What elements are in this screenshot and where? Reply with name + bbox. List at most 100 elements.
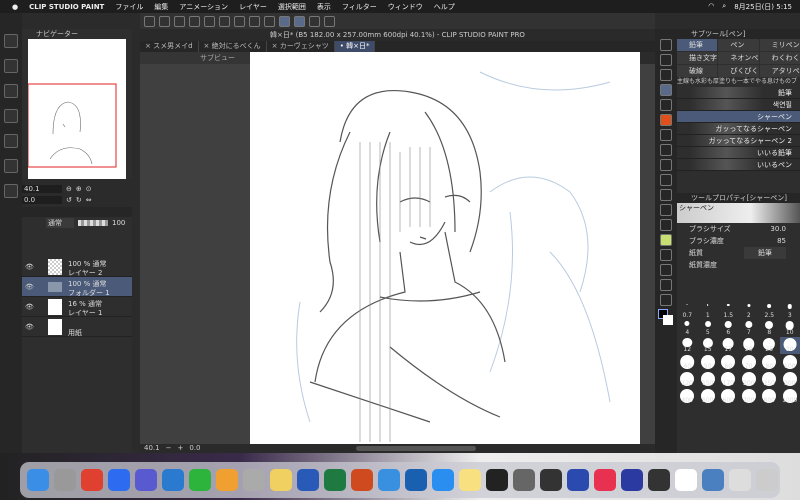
- brush-size-option[interactable]: 17: [718, 337, 739, 354]
- dock-app-keynote[interactable]: [567, 469, 589, 491]
- layer-panel-tabs[interactable]: [22, 207, 132, 217]
- layer-row[interactable]: 👁 用紙: [22, 317, 132, 337]
- snap-icon[interactable]: [279, 15, 290, 27]
- flip-icon[interactable]: ⇔: [86, 196, 92, 204]
- brush-size-option[interactable]: 80: [759, 354, 780, 371]
- dock-app-photos[interactable]: [216, 469, 238, 491]
- blend-mode-select[interactable]: 通常: [46, 218, 74, 228]
- brush-size-option[interactable]: 200: [739, 371, 760, 388]
- brush-size-value[interactable]: 30.0: [770, 223, 786, 235]
- app-icon[interactable]: [144, 15, 155, 27]
- brush-size-option[interactable]: 70: [739, 354, 760, 371]
- brush-size-option[interactable]: 300: [780, 371, 800, 388]
- subtool-pencil[interactable]: 鉛筆: [677, 39, 718, 51]
- brush-size-option[interactable]: 60: [718, 354, 739, 371]
- decoration-icon[interactable]: [660, 114, 672, 126]
- fill-tool-icon[interactable]: [660, 174, 672, 186]
- brush-size-option[interactable]: 30: [779, 337, 800, 354]
- dock-app-launchpad[interactable]: [54, 469, 76, 491]
- apple-icon[interactable]: ●: [12, 3, 18, 11]
- menu-window[interactable]: ウィンドウ: [388, 2, 423, 12]
- dock-app-app-store[interactable]: [432, 469, 454, 491]
- dock-app-word[interactable]: [297, 469, 319, 491]
- dock-app-trash[interactable]: [756, 469, 778, 491]
- eye-icon[interactable]: 👁: [25, 263, 34, 271]
- brush-size-option[interactable]: 2.5: [759, 303, 780, 320]
- subtool-pikupiku[interactable]: ぴくぴく: [718, 65, 759, 77]
- navigator-toggle-icon[interactable]: [4, 34, 18, 48]
- brush-size-option[interactable]: 100: [780, 354, 800, 371]
- ruler-snap-icon[interactable]: [294, 15, 305, 27]
- status-angle[interactable]: 0.0: [189, 444, 200, 453]
- brush-size-option[interactable]: 120: [677, 371, 698, 388]
- brush-size-option[interactable]: 50: [698, 354, 719, 371]
- menu-layer[interactable]: レイヤー: [239, 2, 267, 12]
- rotate-right-icon[interactable]: ↻: [76, 196, 82, 204]
- brush-size-option[interactable]: 700: [739, 388, 760, 405]
- clock[interactable]: 8月25日(日) 5:15: [734, 2, 792, 12]
- dock-app-finder[interactable]: [27, 469, 49, 491]
- brush-size-option[interactable]: 1: [698, 303, 719, 320]
- eye-icon[interactable]: 👁: [25, 323, 34, 331]
- brush-size-option[interactable]: 15: [698, 337, 719, 354]
- dock-app-wacom[interactable]: [675, 469, 697, 491]
- paper-select[interactable]: 鉛筆: [744, 247, 786, 259]
- gradient-icon[interactable]: [660, 189, 672, 201]
- layer-row[interactable]: 👁 100 % 通常 レイヤー 2: [22, 257, 132, 277]
- dock-app-music[interactable]: [594, 469, 616, 491]
- brush-size-option[interactable]: 5: [698, 320, 719, 337]
- menu-selection[interactable]: 選択範囲: [278, 2, 306, 12]
- airbrush-icon[interactable]: [660, 129, 672, 141]
- brush-size-option[interactable]: 12: [677, 337, 698, 354]
- brush-item[interactable]: いいるペン: [677, 159, 800, 171]
- menu-help[interactable]: ヘルプ: [434, 2, 455, 12]
- layer-row[interactable]: 👁 100 % 通常 フォルダー 1: [22, 277, 132, 297]
- dock-app-outlook[interactable]: [405, 469, 427, 491]
- ruler-icon[interactable]: [660, 234, 672, 246]
- dock-app-zoom[interactable]: [108, 469, 130, 491]
- figure-icon[interactable]: [660, 204, 672, 216]
- layer-row[interactable]: 👁 16 % 通常 レイヤー 1: [22, 297, 132, 317]
- menu-view[interactable]: 表示: [317, 2, 331, 12]
- brush-icon[interactable]: [660, 99, 672, 111]
- dock-app-migration[interactable]: [702, 469, 724, 491]
- blend-icon[interactable]: [660, 159, 672, 171]
- brush-size-option[interactable]: 1.5: [718, 303, 739, 320]
- subtool-dashed[interactable]: 破線: [677, 65, 718, 77]
- export-icon[interactable]: [4, 159, 18, 173]
- menu-file[interactable]: ファイル: [115, 2, 143, 12]
- dock-app-quicktime[interactable]: [540, 469, 562, 491]
- guide-icon[interactable]: [309, 15, 320, 27]
- search-layer-icon[interactable]: [4, 184, 18, 198]
- dock-app-safari[interactable]: [378, 469, 400, 491]
- brush-size-option[interactable]: 40: [677, 354, 698, 371]
- subtool-lettering[interactable]: 描き文字: [677, 52, 718, 64]
- subtool-pen[interactable]: ペン: [718, 39, 759, 51]
- tab-1[interactable]: × スメ男メイd: [140, 41, 199, 52]
- brush-size-option[interactable]: 7: [739, 320, 760, 337]
- frame-icon[interactable]: [660, 219, 672, 231]
- brush-size-option[interactable]: 600: [718, 388, 739, 405]
- brush-size-option[interactable]: 4: [677, 320, 698, 337]
- subtool-atari[interactable]: アタリペ: [759, 65, 800, 77]
- dock-app-screen[interactable]: [621, 469, 643, 491]
- new-icon[interactable]: [159, 15, 170, 27]
- opacity-slider[interactable]: [78, 220, 108, 226]
- dock-app-excel[interactable]: [324, 469, 346, 491]
- open-icon[interactable]: [174, 15, 185, 27]
- zoom-value[interactable]: 40.1: [22, 184, 62, 193]
- eye-icon[interactable]: 👁: [25, 283, 34, 291]
- dock-app-documents[interactable]: [729, 469, 751, 491]
- eye-icon[interactable]: 👁: [25, 303, 34, 311]
- zoom-out-icon[interactable]: ⊖: [66, 185, 72, 193]
- camera-icon[interactable]: [4, 134, 18, 148]
- zoom-out-button[interactable]: −: [166, 444, 172, 453]
- move-icon[interactable]: [660, 144, 672, 156]
- subtool-wakuwaku[interactable]: わくわく: [759, 52, 800, 64]
- transform-icon[interactable]: [264, 15, 275, 27]
- correct-line-icon[interactable]: [660, 279, 672, 291]
- eraser-icon[interactable]: [660, 39, 672, 51]
- drawing-canvas[interactable]: [250, 52, 640, 444]
- eraser-tool-icon[interactable]: [660, 69, 672, 81]
- brush-size-option[interactable]: 25: [759, 337, 780, 354]
